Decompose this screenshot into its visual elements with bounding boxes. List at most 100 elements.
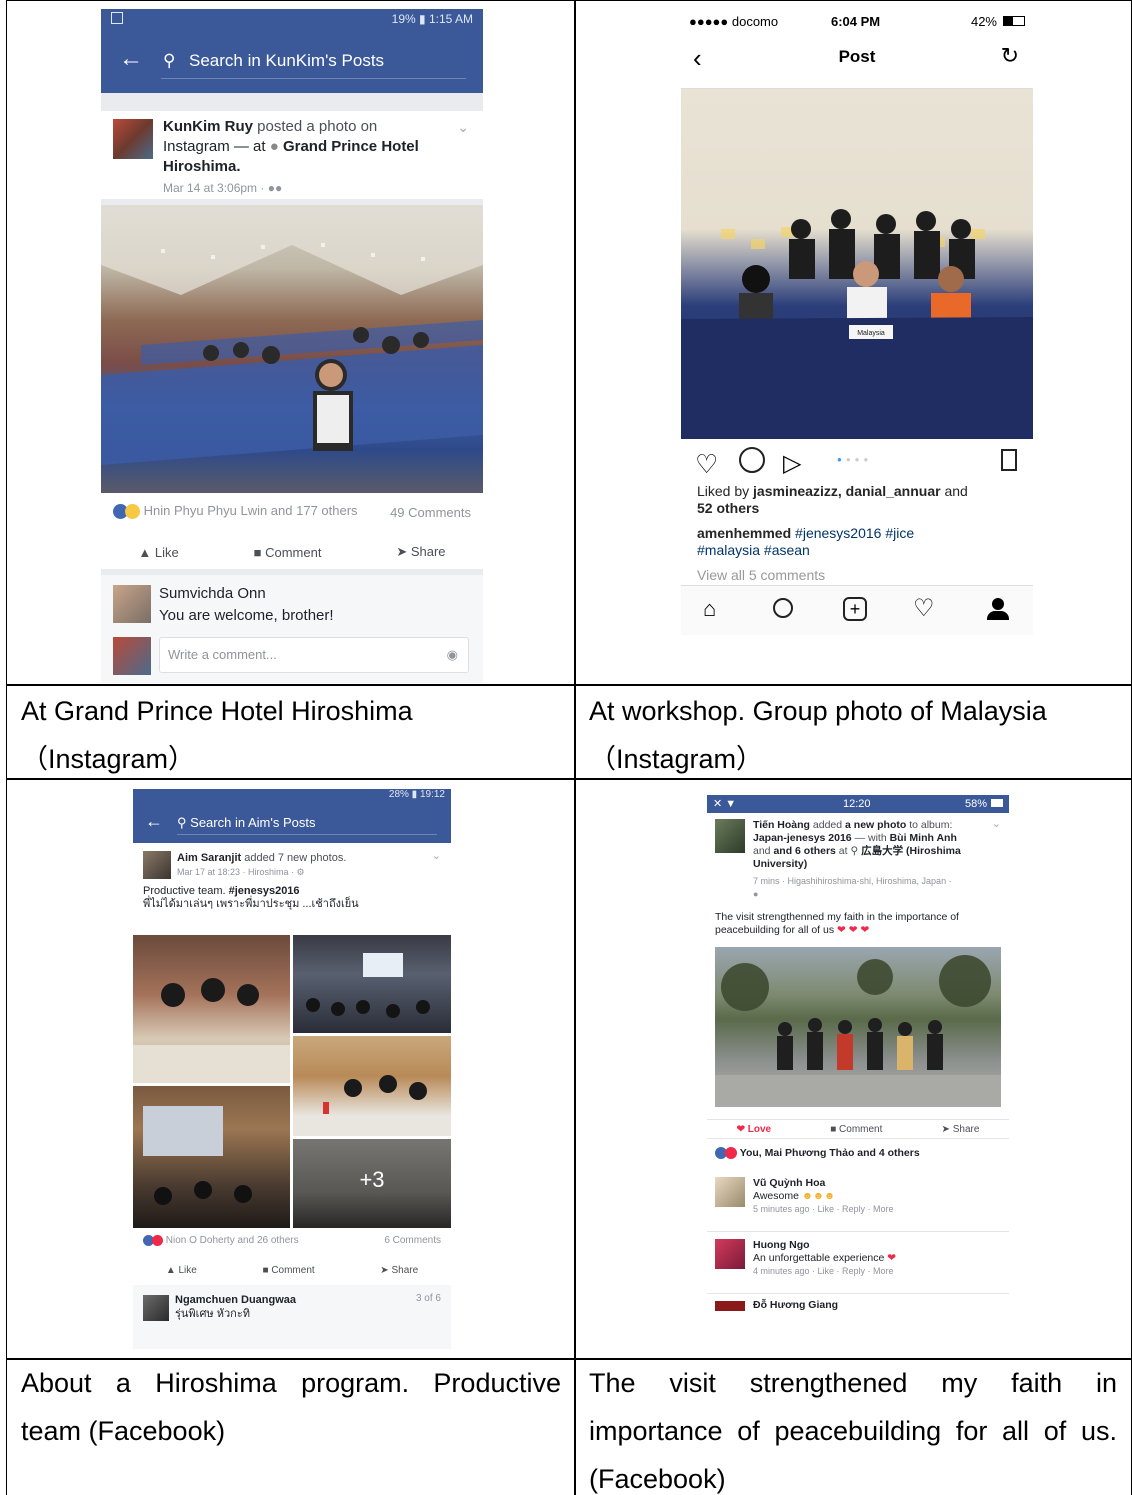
chevron-down-icon[interactable]: ⌄	[457, 119, 469, 136]
view-comments-link[interactable]: View all 5 comments	[697, 567, 1027, 584]
more-photos-count[interactable]: +3	[293, 1167, 451, 1193]
post-photo-ballroom[interactable]	[101, 205, 483, 493]
thumbs-up-icon: ▲	[165, 1264, 176, 1276]
status-bar: 28% ▮ 19:12	[133, 789, 451, 803]
liked-users[interactable]: jasmineazizz, danial_annuar	[753, 483, 941, 499]
share-button[interactable]: ➤ Share	[942, 1124, 980, 1135]
caption-tags-2[interactable]: #malaysia #asean	[697, 542, 810, 558]
liked-prefix: Liked by	[697, 483, 754, 499]
home-icon[interactable]: ⌂	[703, 596, 716, 622]
commenter-avatar-1[interactable]	[715, 1177, 745, 1207]
location-pin-icon: ⚲	[850, 845, 859, 857]
post-author[interactable]: Tiến Hoàng	[753, 819, 810, 831]
commenter-avatar[interactable]	[143, 1295, 169, 1321]
bottom-nav: ⌂ + ♡	[681, 585, 1033, 635]
photo-4[interactable]	[133, 1086, 290, 1228]
comment-bubble-icon[interactable]	[739, 447, 765, 473]
share-button[interactable]: ➤ Share	[396, 544, 445, 560]
comment-button[interactable]: ■ Comment	[830, 1124, 882, 1135]
heart-icon[interactable]: ♡	[695, 449, 718, 480]
like-button[interactable]: ▲ Like	[166, 1265, 197, 1276]
profile-icon[interactable]	[987, 598, 1009, 620]
new-photo-link[interactable]: a new photo	[845, 819, 906, 831]
photo-2[interactable]	[293, 935, 451, 1033]
like-label: Like	[178, 1264, 197, 1276]
post-photo-group[interactable]: Malaysia	[681, 89, 1033, 439]
likes-line[interactable]: Liked by jasmineazizz, danial_annuar and…	[697, 483, 1027, 517]
chevron-down-icon[interactable]: ⌄	[992, 817, 1001, 830]
reaction-summary[interactable]: Hnin Phyu Phyu Lwin and 177 others	[113, 503, 358, 520]
back-arrow-icon[interactable]: ←	[119, 45, 143, 73]
reaction-summary[interactable]: You, Mai Phương Thảo and 4 others	[715, 1147, 920, 1160]
search-icon[interactable]	[773, 598, 793, 618]
comments-section: Vũ Quỳnh Hoa Awesome ☻☻☻ 5 minutes ago ·…	[707, 1169, 1009, 1339]
search-header: ← ⚲ Search in KunKim's Posts	[101, 31, 483, 93]
battery-text: 58%	[964, 798, 987, 810]
commenter-name[interactable]: Sumvichda Onn	[159, 583, 334, 605]
post-author[interactable]: Aim Saranjit	[177, 852, 241, 864]
post-text-plain: Productive team.	[143, 885, 229, 897]
commenter-avatar-2[interactable]	[715, 1239, 745, 1269]
commenter-name-1[interactable]: Vũ Quỳnh Hoa	[753, 1177, 894, 1190]
post-photo-group[interactable]	[715, 947, 1001, 1107]
photo-1[interactable]	[133, 935, 290, 1083]
comment-button[interactable]: ■ Comment	[262, 1265, 314, 1276]
write-comment-input[interactable]: Write a comment... ◉	[159, 637, 469, 673]
activity-heart-icon[interactable]: ♡	[913, 594, 935, 623]
comment-text-1: Awesome	[753, 1190, 799, 1202]
share-label: Share	[410, 544, 446, 559]
commenter-name[interactable]: Ngamchuen Duangwaa	[175, 1293, 296, 1307]
caption-user[interactable]: amenhemmed	[697, 525, 791, 541]
status-text: 19% ▮ 1:15 AM	[391, 12, 473, 26]
share-button[interactable]: ➤ Share	[380, 1265, 418, 1276]
add-post-icon[interactable]: +	[843, 597, 867, 621]
post-author[interactable]: KunKim Ruy	[163, 118, 253, 135]
avatar[interactable]	[143, 851, 171, 879]
signal-icon: ✕ ▼	[713, 798, 737, 810]
comment-icon: ■	[253, 544, 262, 560]
cell-fb-tienhoang: ✕ ▼ 12:20 58% Tiến Hoàng added a new pho…	[574, 778, 1132, 1360]
comment-meta-2[interactable]: 4 minutes ago · Like · Reply · More	[753, 1265, 896, 1278]
back-arrow-icon[interactable]: ←	[145, 811, 163, 832]
album-link[interactable]: Japan-jenesys 2016	[753, 832, 852, 844]
commenter-avatar-3[interactable]	[715, 1301, 745, 1311]
reaction-summary[interactable]: Nion O Doherty and 26 others	[143, 1235, 299, 1246]
liked-count[interactable]: 52 others	[697, 500, 759, 516]
direct-send-icon[interactable]: ▷	[783, 449, 801, 478]
status-bar: 19% ▮ 1:15 AM	[101, 9, 483, 31]
comment-button[interactable]: ■ Comment	[254, 545, 322, 560]
comments-count[interactable]: 6 Comments	[384, 1235, 441, 1246]
refresh-icon[interactable]: ↻	[1001, 43, 1019, 69]
carrier-text: ●●●●● docomo	[689, 14, 779, 29]
post-text-block: The visit strengthenned my faith in the …	[715, 911, 1001, 937]
commenter-name-2[interactable]: Huong Ngo	[753, 1239, 896, 1252]
hashtag[interactable]: #jenesys2016	[229, 885, 300, 897]
chevron-down-icon[interactable]: ⌄	[432, 849, 441, 862]
like-button[interactable]: ▲ Like	[138, 545, 178, 560]
search-placeholder: Search in KunKim's Posts	[189, 51, 385, 70]
comment-text: You are welcome, brother!	[159, 607, 334, 624]
love-button[interactable]: ❤ Love	[737, 1124, 772, 1135]
tagged-others[interactable]: and 6 others	[773, 845, 835, 857]
tagged-person[interactable]: Bùi Minh Anh	[890, 832, 957, 844]
photo-5[interactable]: +3	[293, 1139, 451, 1228]
caption-tags-1[interactable]: #jenesys2016 #jice	[791, 525, 914, 541]
added-text: added	[809, 819, 846, 831]
photo-3[interactable]	[293, 1036, 451, 1136]
post-header: KunKim Ruy posted a photo on Instagram —…	[101, 111, 483, 199]
commenter-avatar[interactable]	[113, 585, 151, 623]
bookmark-icon[interactable]	[1001, 449, 1017, 471]
cell-fb-aim: 28% ▮ 19:12 ← ⚲ Search in Aim's Posts Ai…	[6, 778, 576, 1360]
search-input[interactable]: ⚲ Search in Aim's Posts	[177, 811, 437, 835]
comment-meta-1[interactable]: 5 minutes ago · Like · Reply · More	[753, 1203, 894, 1216]
search-icon: ⚲	[163, 51, 176, 70]
commenter-name-3[interactable]: Đỗ Hương Giang	[753, 1299, 838, 1311]
share-label: Share	[391, 1264, 419, 1276]
camera-icon[interactable]: ◉	[447, 638, 458, 672]
search-input[interactable]: ⚲ Search in KunKim's Posts	[161, 43, 466, 79]
avatar[interactable]	[715, 819, 745, 853]
battery-icon	[1003, 16, 1025, 26]
comments-count[interactable]: 49 Comments	[390, 505, 471, 520]
avatar[interactable]	[113, 119, 153, 159]
friends-icon: ●●	[267, 181, 283, 195]
